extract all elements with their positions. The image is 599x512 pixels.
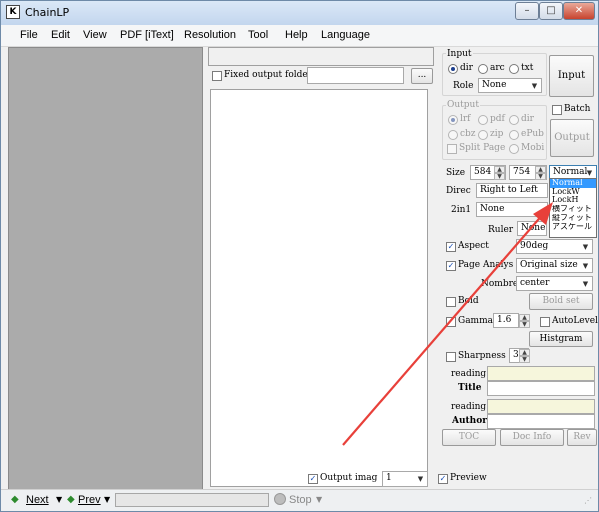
- annotation-arrow: [342, 202, 553, 446]
- annotation-arrow-line: [342, 212, 545, 446]
- app-window: K ChainLP – □ ✕ File Edit View PDF [iTex…: [0, 0, 599, 512]
